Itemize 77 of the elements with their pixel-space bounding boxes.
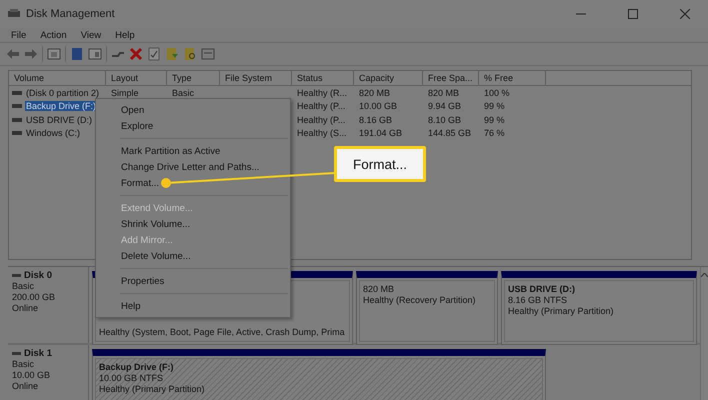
disk-status: Online xyxy=(12,381,40,392)
volume-name[interactable]: USB DRIVE (D:) xyxy=(25,114,94,125)
table-cell-text: Basic xyxy=(171,86,196,100)
delete-icon[interactable] xyxy=(129,47,143,61)
disk-size: 200.00 GB xyxy=(12,292,56,303)
disk-type: Basic xyxy=(12,281,36,292)
column-header[interactable]: Status xyxy=(292,71,354,86)
maximize-icon[interactable] xyxy=(628,9,638,19)
table-cell-text: Simple xyxy=(110,86,140,100)
disk-label: Disk 1 xyxy=(24,348,52,359)
scrollbar[interactable] xyxy=(700,267,708,400)
context-menu-item[interactable]: Change Drive Letter and Paths... xyxy=(96,159,290,175)
column-header[interactable]: Free Spa... xyxy=(423,71,479,86)
partition-info: 820 MB xyxy=(363,284,396,295)
table-cell-text: 99 % xyxy=(483,114,506,126)
volume-name[interactable]: Windows (C:) xyxy=(25,128,82,138)
table-cell-text: 99 % xyxy=(483,100,506,113)
disk-label: Disk 0 xyxy=(24,270,52,281)
partition-block[interactable]: 820 MB Healthy (Recovery Partition) xyxy=(356,271,498,345)
table-cell-text: Healthy (R... xyxy=(296,86,348,100)
table-cell-text: Healthy (S... xyxy=(296,127,348,140)
forward-arrow-icon[interactable] xyxy=(24,47,38,61)
disk-type: Basic xyxy=(12,359,36,370)
panel-icon[interactable] xyxy=(201,47,215,61)
window-title: Disk Management xyxy=(26,8,115,20)
menu-item[interactable]: File xyxy=(4,30,34,40)
disk-size: 10.00 GB xyxy=(12,370,52,381)
partition-block[interactable]: USB DRIVE (D:) 8.16 GB NTFS Healthy (Primary Partition) xyxy=(501,271,697,345)
scroll-up-icon[interactable] xyxy=(701,273,708,277)
menu-item[interactable]: Action xyxy=(33,30,74,40)
context-menu-item[interactable]: Explore xyxy=(96,118,290,134)
column-header[interactable]: Layout xyxy=(106,71,167,86)
column-header[interactable]: File System xyxy=(220,71,292,86)
back-arrow-icon[interactable] xyxy=(6,47,20,61)
table-cell-text: 820 MB xyxy=(427,86,460,100)
partition-info: Healthy (Recovery Partition) xyxy=(363,295,477,306)
panel-icon[interactable] xyxy=(47,47,61,61)
partition-info: Healthy (Primary Partition) xyxy=(508,306,615,317)
context-menu-item[interactable]: Open xyxy=(96,102,290,118)
volume-name[interactable]: (Disk 0 partition 2) xyxy=(25,88,100,98)
menu-item[interactable]: Help xyxy=(108,30,142,40)
partition-info: Healthy (System, Boot, Page File, Active, Crash Dump, Prima xyxy=(99,327,346,338)
column-header[interactable]: % Free xyxy=(479,71,546,86)
table-cell-text: 76 % xyxy=(483,127,506,140)
callout-label: Format... xyxy=(334,146,426,182)
check-document-icon[interactable] xyxy=(147,47,161,61)
table-cell-text: 10.00 GB xyxy=(358,100,398,113)
context-menu-item[interactable]: Mark Partition as Active xyxy=(96,143,290,159)
disk-status: Online xyxy=(12,303,40,314)
panel-icon[interactable] xyxy=(88,47,102,61)
column-header[interactable]: Capacity xyxy=(354,71,423,86)
context-menu-item[interactable]: Help xyxy=(96,298,290,314)
column-header[interactable]: Volume xyxy=(9,71,106,86)
table-cell-text: Healthy (P... xyxy=(296,114,346,126)
table-cell-text: 144.85 GB xyxy=(427,127,472,140)
column-header[interactable]: Type xyxy=(167,71,220,86)
table-cell-text: 8.10 GB xyxy=(427,114,462,126)
table-cell-text: 820 MB xyxy=(358,86,392,100)
partition-block[interactable]: Backup Drive (F:) 10.00 GB NTFS Healthy (Primary Partition) xyxy=(92,349,546,400)
table-cell-text: 8.16 GB xyxy=(358,114,394,126)
context-menu-item[interactable]: Delete Volume... xyxy=(96,248,290,264)
table-cell-text: 9.94 GB xyxy=(427,100,462,113)
context-menu-item[interactable]: Properties xyxy=(96,273,290,289)
partition-title: USB DRIVE (D:) xyxy=(508,284,576,295)
table-cell-text: Healthy (P... xyxy=(296,100,346,113)
table-cell-text: 100 % xyxy=(483,86,511,100)
partition-info: 10.00 GB NTFS xyxy=(99,373,164,384)
context-menu-item[interactable]: Format... xyxy=(96,175,290,191)
partition-title: Backup Drive (F:) xyxy=(99,362,175,373)
partition-info: Healthy (Primary Partition) xyxy=(99,384,206,395)
search-document-icon[interactable] xyxy=(183,47,197,61)
disk-management-icon xyxy=(8,9,20,19)
table-cell-text: 191.04 GB xyxy=(358,127,404,140)
close-icon[interactable] xyxy=(680,9,690,19)
partition-info: 8.16 GB NTFS xyxy=(508,295,568,306)
context-menu-item[interactable]: Shrink Volume... xyxy=(96,216,290,232)
menu-item[interactable]: View xyxy=(74,30,108,40)
